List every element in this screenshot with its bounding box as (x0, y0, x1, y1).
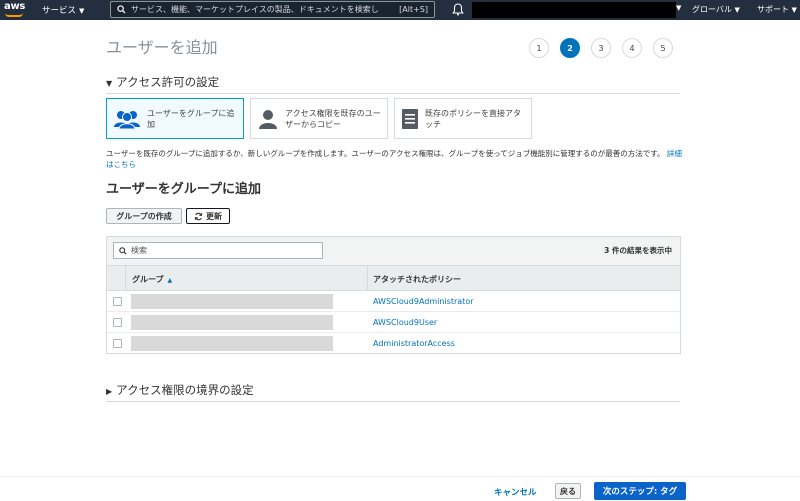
search-icon (117, 5, 126, 14)
region-menu[interactable]: グローバル ▼ (692, 4, 740, 15)
next-step-button[interactable]: 次のステップ: タグ (594, 482, 686, 500)
global-search-input[interactable]: サービス、機能、マーケットプレイスの製品、ドキュメントを検索し [Alt+S] (110, 1, 435, 18)
page-title: ユーザーを追加 (106, 38, 218, 57)
document-icon (402, 108, 418, 129)
permissions-heading: アクセス許可の設定 (116, 75, 220, 89)
expand-triangle-down-icon: ▼ (106, 79, 113, 88)
option-attach-policy-label: 既存のポリシーを直接アタッチ (425, 108, 521, 129)
permissions-section-header[interactable]: ▼ アクセス許可の設定 (106, 74, 680, 94)
step-5[interactable]: 5 (653, 38, 673, 58)
search-placeholder: サービス、機能、マーケットプレイスの製品、ドキュメントを検索し (131, 5, 379, 14)
step-3[interactable]: 3 (591, 38, 611, 58)
permissions-boundary-section-header[interactable]: ▶ アクセス権限の境界の設定 (106, 382, 680, 402)
account-caret-down-icon[interactable]: ▼ (676, 4, 681, 12)
description-text: ユーザーを既存のグループに追加するか、新しいグループを作成します。ユーザーのアク… (106, 149, 665, 158)
sort-ascending-icon: ▲ (167, 277, 173, 284)
policy-link[interactable]: AdministratorAccess (373, 339, 455, 348)
group-name-redacted (131, 315, 333, 330)
column-header-group[interactable]: グループ ▲ (132, 274, 172, 285)
table-search-input[interactable]: 検索 (113, 242, 323, 259)
option-add-to-group-label: ユーザーをグループに追加 (147, 108, 235, 129)
aws-logo-text: aws (4, 1, 26, 12)
column-divider (367, 266, 368, 290)
refresh-button[interactable]: 更新 (186, 208, 230, 224)
option-add-to-group[interactable]: ユーザーをグループに追加 (106, 98, 244, 139)
column-group-label: グループ (132, 275, 164, 284)
search-icon (119, 246, 127, 255)
account-name-redacted[interactable] (472, 2, 676, 18)
policy-link[interactable]: AWSCloud9User (373, 318, 437, 327)
group-name-redacted (131, 294, 333, 309)
option-copy-permissions-label: アクセス権限を既存のユーザーからコピー (285, 108, 381, 129)
cancel-link[interactable]: キャンセル (494, 486, 537, 498)
support-menu[interactable]: サポート ▼ (757, 4, 797, 15)
refresh-label: 更新 (206, 211, 222, 221)
caret-down-icon: ▼ (79, 7, 85, 15)
boundary-heading: アクセス権限の境界の設定 (116, 383, 254, 397)
table-row[interactable]: AWSCloud9Administrator (107, 291, 680, 312)
wizard-footer: キャンセル 戻る 次のステップ: タグ (0, 476, 800, 501)
users-group-icon (114, 110, 140, 129)
services-menu[interactable]: サービス ▼ (42, 4, 84, 16)
option-attach-policy[interactable]: 既存のポリシーを直接アタッチ (394, 98, 532, 139)
column-header-policy[interactable]: アタッチされたポリシー (373, 274, 461, 285)
group-name-redacted (131, 336, 333, 351)
groups-table: 検索 3 件の結果を表示中 グループ ▲ アタッチされたポリシー AWSCloud… (106, 236, 681, 354)
step-1[interactable]: 1 (529, 38, 549, 58)
notification-bell-icon[interactable] (452, 3, 464, 18)
table-search-placeholder: 検索 (131, 246, 147, 255)
wizard-steps: 1 2 3 4 5 (529, 38, 673, 58)
region-caret-down-icon: ▼ (734, 6, 740, 14)
aws-logo[interactable]: aws (4, 1, 26, 19)
region-label: グローバル (692, 5, 732, 14)
expand-triangle-right-icon: ▶ (106, 387, 113, 396)
table-row[interactable]: AWSCloud9User (107, 312, 680, 333)
option-copy-permissions[interactable]: アクセス権限を既存のユーザーからコピー (250, 98, 388, 139)
result-count: 3 件の結果を表示中 (604, 246, 672, 255)
table-filter-bar: 検索 3 件の結果を表示中 (107, 237, 680, 266)
search-shortcut: [Alt+S] (399, 5, 428, 14)
permissions-description: ユーザーを既存のグループに追加するか、新しいグループを作成します。ユーザーのアク… (106, 148, 682, 170)
step-2[interactable]: 2 (560, 38, 580, 58)
column-divider (125, 266, 126, 290)
services-label: サービス (42, 6, 77, 16)
row-checkbox[interactable] (113, 339, 122, 348)
row-checkbox[interactable] (113, 297, 122, 306)
refresh-icon (194, 212, 203, 220)
create-group-button[interactable]: グループの作成 (106, 208, 182, 224)
add-to-group-title: ユーザーをグループに追加 (106, 182, 261, 197)
support-label: サポート (757, 5, 789, 14)
user-icon (259, 109, 277, 129)
table-header: グループ ▲ アタッチされたポリシー (107, 266, 680, 291)
row-checkbox[interactable] (113, 318, 122, 327)
top-navigation-bar: aws サービス ▼ サービス、機能、マーケットプレイスの製品、ドキュメントを検索… (0, 0, 800, 20)
step-4[interactable]: 4 (622, 38, 642, 58)
support-caret-down-icon: ▼ (791, 6, 797, 14)
back-button[interactable]: 戻る (555, 483, 581, 499)
policy-link[interactable]: AWSCloud9Administrator (373, 297, 474, 306)
table-row[interactable]: AdministratorAccess (107, 333, 680, 354)
aws-smile-icon (5, 13, 23, 17)
permission-options: ユーザーをグループに追加 アクセス権限を既存のユーザーからコピー 既存のポリシー… (106, 98, 532, 139)
